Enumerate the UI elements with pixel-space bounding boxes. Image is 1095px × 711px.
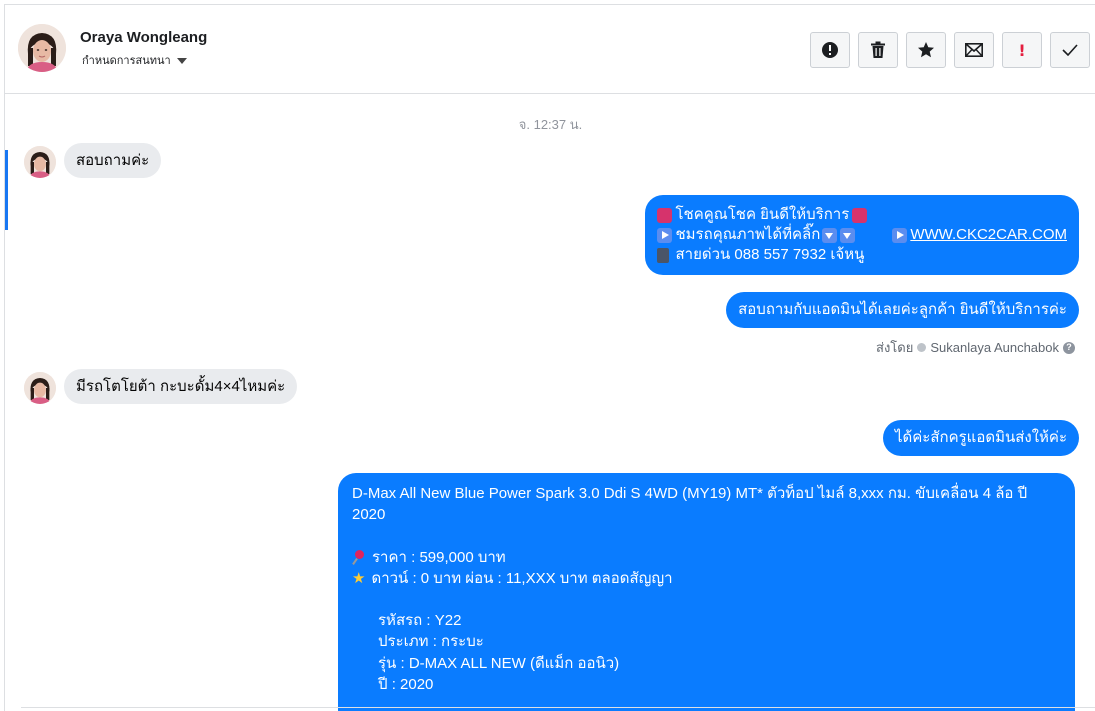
star-emoji-icon: ★: [352, 568, 366, 587]
message-text: ชมรถคุณภาพได้ที่คลิ๊ก: [675, 226, 821, 243]
conversation-settings-label: กำหนดการสนทนา: [82, 55, 171, 67]
conversation-header: Oraya Wongleang กำหนดการสนทนา !: [5, 5, 1095, 94]
message-timestamp: จ. 12:37 น.: [518, 117, 583, 132]
down-arrow-emoji-icon: [840, 227, 856, 243]
envelope-icon: [965, 43, 983, 57]
conversation-panel: Oraya Wongleang กำหนดการสนทนา ! จ. 12:37…: [4, 4, 1095, 711]
sent-by-label: ส่งโดย: [876, 340, 914, 355]
outgoing-message[interactable]: ได้ค่ะสักครูแอดมินส่งให้ค่ะ: [882, 420, 1079, 456]
sender-name[interactable]: Sukanlaya Aunchabok: [930, 340, 1059, 355]
sent-by-info: ส่งโดย Sukanlaya Aunchabok ?: [876, 337, 1075, 358]
help-icon[interactable]: ?: [1063, 341, 1075, 354]
sparkle-emoji-icon: [657, 207, 673, 223]
message-text: โชคคูณโชค ยินดีให้บริการ: [675, 206, 850, 223]
incoming-message[interactable]: มีรถโตโยต้า กะบะดั้ม4×4ไหมค่ะ: [64, 369, 298, 404]
message-line: ราคา : 599,000 บาท: [352, 547, 1061, 568]
incoming-message[interactable]: สอบถามค่ะ: [64, 143, 162, 178]
phone-emoji-icon: [657, 247, 670, 263]
message-text: ประเภท : กระบะ: [378, 633, 484, 651]
avatar[interactable]: [18, 24, 66, 72]
exclamation-icon: !: [1018, 40, 1026, 60]
avatar[interactable]: [24, 146, 56, 178]
message-line: สายด่วน 088 557 7932 เจ้หนู: [657, 245, 1067, 265]
star-button[interactable]: [906, 32, 946, 68]
alert-circle-icon: [822, 42, 838, 58]
mark-unread-button[interactable]: [954, 32, 994, 68]
check-circle-icon: [917, 343, 927, 352]
outgoing-message[interactable]: D-Max All New Blue Power Spark 3.0 Ddi S…: [338, 473, 1075, 711]
sparkle-emoji-icon: [852, 207, 868, 223]
contact-name[interactable]: Oraya Wongleang: [80, 29, 207, 46]
composer-divider: [21, 707, 1095, 708]
active-indicator: [5, 150, 8, 230]
conversation-settings-dropdown[interactable]: กำหนดการสนทนา: [82, 51, 187, 69]
message-text: รหัสรถ : Y22: [378, 612, 462, 630]
message-text: สายด่วน 088 557 7932 เจ้หนู: [675, 246, 865, 263]
trash-icon: [871, 41, 885, 58]
done-button[interactable]: [1050, 32, 1090, 68]
report-button[interactable]: [810, 32, 850, 68]
message-text: ดาวน์ : 0 บาท ผ่อน : 11,XXX บาท ตลอดสัญญ…: [371, 569, 673, 587]
message-line: โชคคูณโชค ยินดีให้บริการ: [657, 205, 1067, 225]
star-icon: [918, 42, 934, 58]
message-text: 2020: [352, 506, 386, 524]
message-text: ปี : 2020: [378, 676, 434, 694]
message-text: D-Max All New Blue Power Spark 3.0 Ddi S…: [352, 485, 1028, 502]
avatar[interactable]: [24, 372, 56, 404]
website-link[interactable]: WWW.CKC2CAR.COM: [910, 225, 1067, 245]
outgoing-message[interactable]: สอบถามกับแอดมินได้เลยค่ะลูกค้า ยินดีให้บ…: [726, 292, 1079, 328]
delete-button[interactable]: [858, 32, 898, 68]
caret-down-icon: [176, 57, 187, 64]
pushpin-emoji-icon: [352, 549, 366, 564]
message-line: ชมรถคุณภาพได้ที่คลิ๊ก WWW.CKC2CAR.COM: [657, 225, 1067, 245]
message-line: ★ ดาวน์ : 0 บาท ผ่อน : 11,XXX บาท ตลอดสัญ…: [352, 568, 1061, 589]
header-actions: !: [810, 32, 1090, 68]
outgoing-message[interactable]: โชคคูณโชค ยินดีให้บริการ ชมรถคุณภาพได้ที…: [645, 195, 1079, 275]
message-text: ราคา : 599,000 บาท: [372, 548, 506, 566]
checkmark-icon: [1062, 44, 1078, 56]
spam-button[interactable]: !: [1002, 32, 1042, 68]
play-emoji-icon: [657, 227, 673, 243]
play-emoji-icon: [892, 227, 908, 243]
message-text: รุ่น : D-MAX ALL NEW (ดีแม็ก ออนิว): [378, 654, 620, 672]
down-arrow-emoji-icon: [822, 227, 838, 243]
